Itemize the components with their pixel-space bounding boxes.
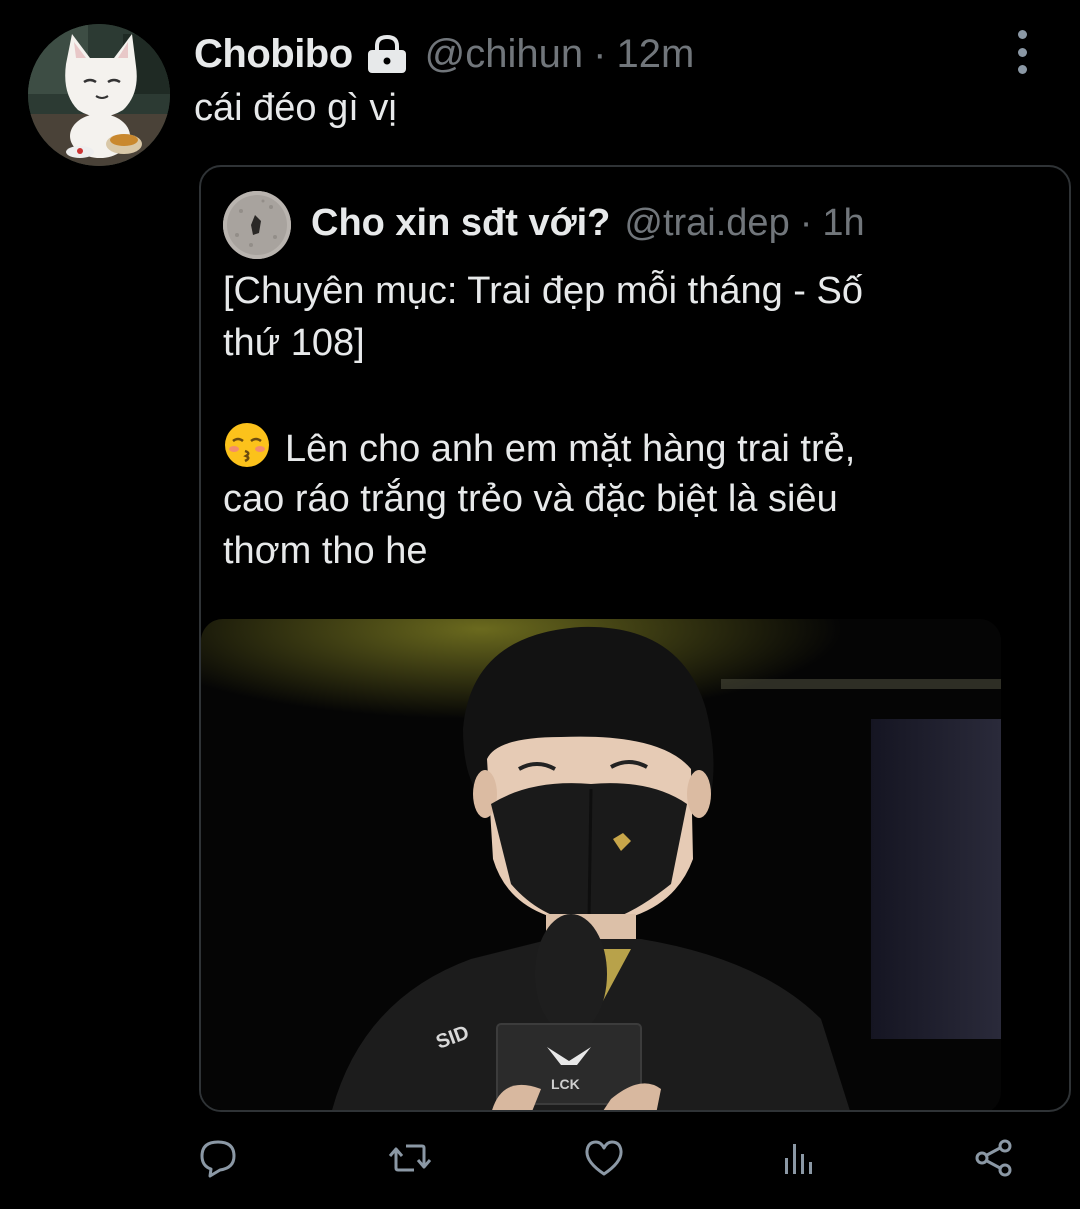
reply-button[interactable]: [194, 1132, 242, 1188]
quoted-tweet[interactable]: Cho xin sđt với? @trai.dep · 1h [Chuyên …: [199, 165, 1071, 1112]
svg-text:LCK: LCK: [551, 1076, 580, 1092]
quoted-header: Cho xin sđt với? @trai.dep · 1h: [311, 197, 865, 249]
kissing-face-emoji-icon: [223, 421, 271, 469]
retweet-icon: [386, 1136, 434, 1185]
display-name[interactable]: Chobibo: [194, 32, 353, 77]
timestamp[interactable]: 12m: [616, 32, 694, 77]
analytics-button[interactable]: [774, 1132, 822, 1188]
heart-icon: [582, 1136, 626, 1185]
quoted-text: [Chuyên mục: Trai đẹp mỗi tháng - Số thứ…: [223, 265, 1023, 577]
reply-icon: [196, 1136, 240, 1185]
lock-icon: [365, 34, 409, 74]
action-bar: [194, 1132, 1034, 1192]
quoted-media-photo[interactable]: SID LCK: [201, 619, 1001, 1110]
quoted-handle[interactable]: @trai.dep: [624, 202, 789, 245]
share-button[interactable]: [970, 1132, 1018, 1188]
author-handle[interactable]: @chihun: [425, 32, 583, 77]
separator-dot: ·: [799, 201, 813, 244]
tweet-header: Chobibo @chihun · 12m: [194, 28, 694, 80]
analytics-icon: [776, 1136, 820, 1185]
quoted-timestamp[interactable]: 1h: [822, 202, 864, 245]
quoted-text-line: cao ráo trắng trẻo và đặc biệt là siêu: [223, 478, 838, 520]
quoted-text-line: Lên cho anh em mặt hàng trai trẻ,: [285, 428, 856, 470]
quoted-text-line: [Chuyên mục: Trai đẹp mỗi tháng - Số: [223, 270, 863, 312]
separator-dot: ·: [593, 31, 607, 76]
quoted-text-line: thơm tho he: [223, 530, 428, 572]
avatar[interactable]: [28, 24, 170, 166]
quoted-avatar[interactable]: [223, 191, 291, 259]
quoted-display-name[interactable]: Cho xin sđt với?: [311, 202, 610, 245]
retweet-button[interactable]: [386, 1132, 434, 1188]
quoted-text-line-with-emoji: Lên cho anh em mặt hàng trai trẻ,: [223, 421, 1023, 473]
share-icon: [972, 1136, 1016, 1185]
more-vertical-icon[interactable]: [1008, 30, 1036, 74]
tweet-text: cái đéo gì vị: [194, 87, 397, 129]
quoted-text-line: thứ 108]: [223, 322, 365, 364]
quoted-text-gap: [223, 369, 1023, 421]
like-button[interactable]: [580, 1132, 628, 1188]
tweet[interactable]: Chobibo @chihun · 12m cái đéo gì vị Cho …: [0, 0, 1080, 1209]
